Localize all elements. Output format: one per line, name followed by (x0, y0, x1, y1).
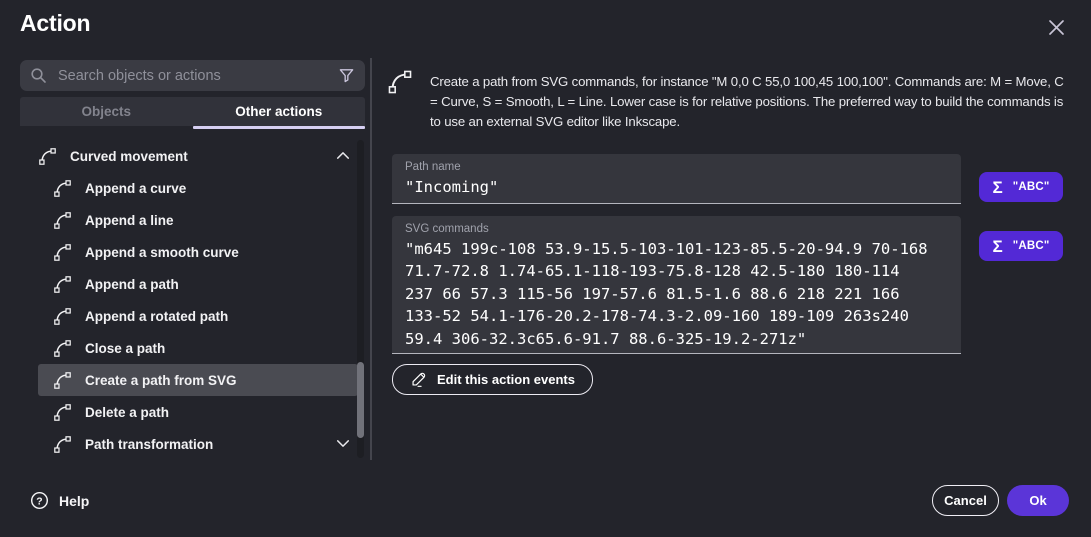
tab-bar: Objects Other actions (20, 97, 365, 126)
list-item-label: Curved movement (70, 149, 188, 164)
list-item-close-a-path[interactable]: Close a path (20, 332, 358, 364)
active-tab-underline (193, 126, 366, 129)
curve-icon (53, 179, 72, 198)
curve-icon (53, 307, 72, 326)
list-item-path-transformation[interactable]: Path transformation (20, 428, 358, 460)
list-item-append-a-smooth-curve[interactable]: Append a smooth curve (20, 236, 358, 268)
filter-icon[interactable] (338, 67, 355, 84)
list-item-label: Path transformation (85, 437, 213, 452)
path-name-label: Path name (405, 161, 948, 173)
curve-icon (53, 275, 72, 294)
abc-label: "ABC" (1013, 181, 1050, 193)
curve-icon (53, 211, 72, 230)
panel-divider (370, 58, 372, 460)
path-name-field[interactable]: Path name "Incoming" (392, 154, 961, 204)
search-input[interactable] (56, 67, 338, 85)
close-icon[interactable] (1044, 15, 1068, 39)
list-item-delete-a-path[interactable]: Delete a path (20, 396, 358, 428)
list-item-label: Append a line (85, 213, 174, 228)
expression-editor-button-svg-commands[interactable]: Σ "ABC" (979, 231, 1063, 261)
chevron-up-icon[interactable] (336, 147, 350, 165)
list-item-append-a-line[interactable]: Append a line (20, 204, 358, 236)
list-item-label: Append a path (85, 277, 179, 292)
list-item-label: Close a path (85, 341, 165, 356)
path-name-value[interactable]: "Incoming" (405, 176, 948, 198)
curve-icon (53, 339, 72, 358)
help-link[interactable]: ? Help (30, 491, 89, 510)
list-item-label: Append a smooth curve (85, 245, 239, 260)
list-item-append-a-curve[interactable]: Append a curve (20, 172, 358, 204)
action-list: Curved movement Append a curve Append a … (20, 140, 358, 460)
edit-action-events-label: Edit this action events (437, 372, 575, 387)
curve-icon (387, 69, 413, 95)
action-dialog: Action Objects Other actions Curved move… (0, 0, 1091, 537)
abc-label: "ABC" (1013, 240, 1050, 252)
ok-button[interactable]: Ok (1007, 485, 1069, 516)
sigma-icon: Σ (992, 179, 1002, 196)
edit-action-events-button[interactable]: Edit this action events (392, 364, 593, 395)
list-item-append-a-path[interactable]: Append a path (20, 268, 358, 300)
curve-icon (53, 371, 72, 390)
help-icon: ? (30, 491, 49, 510)
list-item-append-a-rotated-path[interactable]: Append a rotated path (20, 300, 358, 332)
tab-objects[interactable]: Objects (20, 97, 193, 126)
tab-other-actions[interactable]: Other actions (193, 97, 366, 126)
tab-other-actions-label: Other actions (235, 104, 322, 119)
cancel-button[interactable]: Cancel (932, 485, 999, 516)
curve-icon (53, 435, 72, 454)
svg-commands-label: SVG commands (405, 223, 948, 235)
svg-commands-field[interactable]: SVG commands "m645 199c-108 53.9-15.5-10… (392, 216, 961, 354)
curve-icon (53, 403, 72, 422)
list-scrollbar-thumb[interactable] (357, 362, 364, 438)
list-item-curved-movement[interactable]: Curved movement (20, 140, 358, 172)
list-item-create-a-path-from-svg[interactable]: Create a path from SVG (38, 364, 358, 396)
sigma-icon: Σ (992, 238, 1002, 255)
page-title: Action (20, 10, 90, 37)
curve-icon (53, 243, 72, 262)
expression-editor-button-path-name[interactable]: Σ "ABC" (979, 172, 1063, 202)
svg-commands-value[interactable]: "m645 199c-108 53.9-15.5-103-101-123-85.… (405, 238, 948, 350)
help-label: Help (59, 493, 89, 509)
curve-icon (38, 147, 57, 166)
action-description: Create a path from SVG commands, for ins… (430, 72, 1070, 132)
pencil-icon (410, 371, 427, 388)
tab-objects-label: Objects (81, 104, 131, 119)
chevron-down-icon[interactable] (336, 435, 350, 453)
list-item-label: Append a rotated path (85, 309, 228, 324)
svg-text:?: ? (36, 496, 42, 507)
list-item-label: Create a path from SVG (85, 373, 237, 388)
search-icon (30, 67, 47, 84)
list-item-label: Delete a path (85, 405, 169, 420)
list-item-label: Append a curve (85, 181, 186, 196)
search-box[interactable] (20, 60, 365, 91)
